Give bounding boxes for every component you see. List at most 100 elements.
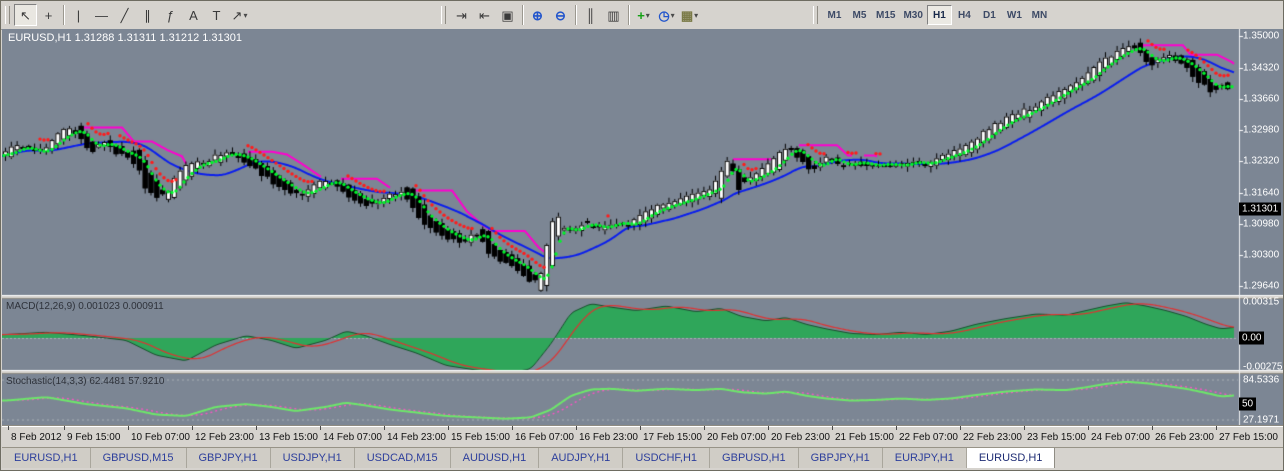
- time-axis-tick: [896, 426, 897, 430]
- zoom-out-button[interactable]: ⊖: [549, 4, 572, 26]
- time-axis-tick: [1152, 426, 1153, 430]
- chart-tab-usdcad-m15[interactable]: USDCAD,M15: [354, 448, 451, 468]
- timeframe-d1-button[interactable]: D1: [977, 5, 1002, 25]
- templates-button[interactable]: ▦ ▾: [678, 4, 701, 26]
- text-button[interactable]: A: [182, 4, 205, 26]
- arrow-tools-button[interactable]: ↗ ▾: [228, 4, 251, 26]
- time-axis-tick: [576, 426, 577, 430]
- templates-icon: ▦: [680, 7, 694, 23]
- tile-windows-button[interactable]: ▣: [496, 4, 519, 26]
- time-axis-tick: [64, 426, 65, 430]
- price-axis-label: 1.30980: [1243, 218, 1280, 230]
- price-axis-label: 1.32980: [1243, 124, 1280, 136]
- crosshair-button[interactable]: +: [37, 4, 60, 26]
- chart-tab-audusd-h1[interactable]: AUDUSD,H1: [450, 448, 540, 468]
- ohlc-info: EURUSD,H1 1.31288 1.31311 1.31212 1.3130…: [8, 32, 243, 44]
- time-axis-tick: [1216, 426, 1217, 430]
- toolbar-grip: [5, 6, 10, 24]
- time-axis-tick: [448, 426, 449, 430]
- dropdown-arrow-icon: ▾: [694, 10, 699, 20]
- chart-tab-gbpusd-h1[interactable]: GBPUSD,H1: [710, 448, 799, 468]
- toolbar-group-chart-tools: ⇥ ⇤ ▣ ⊕ ⊖ ║ ▥ + ▾ ◷ ▾ ▦ ▾: [441, 3, 701, 27]
- time-axis-tick: [960, 426, 961, 430]
- chart-shift-icon: ⇤: [479, 7, 490, 23]
- auto-scroll-button[interactable]: ⇥: [450, 4, 473, 26]
- price-axis-label: 1.35000: [1243, 30, 1280, 42]
- price-axis-label: 1.29640: [1243, 280, 1280, 292]
- time-axis-label: 21 Feb 15:00: [835, 432, 894, 443]
- toolbar-separator: [575, 5, 576, 25]
- bars-chart-icon: ║: [585, 7, 596, 23]
- chart-tab-gbpusd-m15[interactable]: GBPUSD,M15: [90, 448, 187, 468]
- time-axis-label: 23 Feb 15:00: [1027, 432, 1086, 443]
- horizontal-line-button[interactable]: —: [90, 4, 113, 26]
- time-axis-tick: [128, 426, 129, 430]
- timeframe-w1-button[interactable]: W1: [1002, 5, 1027, 25]
- toolbar-group-timeframes: M1 M5 M15 M30 H1 H4 D1 W1 MN: [813, 3, 1052, 27]
- current-price-box: 1.31301: [1239, 202, 1282, 216]
- chart-tab-usdjpy-h1[interactable]: USDJPY,H1: [270, 448, 355, 468]
- time-axis-label: 8 Feb 2012: [11, 432, 62, 443]
- trendline-button[interactable]: ╱: [113, 4, 136, 26]
- price-axis-label: 1.34320: [1243, 62, 1280, 74]
- time-axis-label: 14 Feb 23:00: [387, 432, 446, 443]
- time-axis-label: 22 Feb 07:00: [899, 432, 958, 443]
- time-axis-tick: [832, 426, 833, 430]
- chart-tab-gbpjpy-h1[interactable]: GBPJPY,H1: [798, 448, 883, 468]
- timeframe-m30-button[interactable]: M30: [899, 5, 926, 25]
- time-axis-tick: [320, 426, 321, 430]
- time-axis-label: 20 Feb 23:00: [771, 432, 830, 443]
- candlestick-chart-button[interactable]: ▥: [602, 4, 625, 26]
- chart-area: EURUSD,H1 1.31288 1.31311 1.31212 1.3130…: [2, 29, 1283, 447]
- time-axis-label: 27 Feb 15:00: [1219, 432, 1278, 443]
- tile-windows-icon: ▣: [501, 7, 514, 23]
- time-axis-tick: [256, 426, 257, 430]
- chart-tab-eurusd-h1[interactable]: EURUSD,H1: [966, 448, 1056, 468]
- equidistant-channel-button[interactable]: ∥: [136, 4, 159, 26]
- timeframe-mn-button[interactable]: MN: [1027, 5, 1052, 25]
- time-axis-tick: [640, 426, 641, 430]
- time-axis-label: 13 Feb 15:00: [259, 432, 318, 443]
- time-axis-label: 20 Feb 07:00: [707, 432, 766, 443]
- toolbar-separator: [522, 5, 523, 25]
- chart-tab-usdchf-h1[interactable]: USDCHF,H1: [623, 448, 711, 468]
- crosshair-icon: +: [44, 7, 53, 23]
- price-axis-label: 1.33660: [1243, 93, 1280, 105]
- time-axis-label: 15 Feb 15:00: [451, 432, 510, 443]
- timeframe-m5-button[interactable]: M5: [847, 5, 872, 25]
- time-axis-label: 24 Feb 07:00: [1091, 432, 1150, 443]
- price-chart-canvas[interactable]: [2, 29, 1283, 425]
- vertical-line-button[interactable]: |: [67, 4, 90, 26]
- time-axis-tick: [8, 426, 9, 430]
- candlestick-chart-icon: ▥: [607, 7, 620, 23]
- oscillator-axis-bottom-label: 27.1971: [1243, 414, 1280, 426]
- chart-tab-eurjpy-h1[interactable]: EURJPY,H1: [882, 448, 967, 468]
- toolbar-group-line-studies: ↖ + | — ╱ ∥ ƒ A T ↗ ▾: [5, 3, 251, 27]
- oscillator-indicator-label: Stochastic(14,3,3) 62.4481 57.9210: [6, 376, 165, 387]
- oscillator-axis-top-label: 84.5336: [1243, 374, 1280, 386]
- time-axis-label: 14 Feb 07:00: [323, 432, 382, 443]
- chart-tab-gbpjpy-h1[interactable]: GBPJPY,H1: [186, 448, 271, 468]
- fibonacci-retracement-button[interactable]: ƒ: [159, 4, 182, 26]
- indicators-button[interactable]: + ▾: [632, 4, 655, 26]
- toolbar-grip: [813, 6, 818, 24]
- timeframe-h1-button[interactable]: H1: [926, 5, 952, 25]
- bars-chart-button[interactable]: ║: [579, 4, 602, 26]
- time-axis-tick: [1024, 426, 1025, 430]
- chart-tab-audjpy-h1[interactable]: AUDJPY,H1: [539, 448, 624, 468]
- cursor-button[interactable]: ↖: [14, 4, 37, 26]
- cursor-icon: ↖: [20, 7, 31, 23]
- text-label-button[interactable]: T: [205, 4, 228, 26]
- timeframe-m15-button[interactable]: M15: [872, 5, 899, 25]
- periods-button[interactable]: ◷ ▾: [655, 4, 678, 26]
- time-axis[interactable]: 8 Feb 2012 9 Feb 15:00 10 Feb 07:00 12 Feb …: [2, 425, 1283, 447]
- toolbar: ↖ + | — ╱ ∥ ƒ A T ↗ ▾ ⇥ ⇤ ▣ ⊕ ⊖ ║ ▥ + ▾ ◷ ▾ ▦ ▾ M1 M5 M15 M30 H1 H4…: [1, 1, 1283, 30]
- timeframe-h4-button[interactable]: H4: [952, 5, 977, 25]
- macd-axis-top-label: 0.00315: [1243, 296, 1280, 308]
- terminal-window: ↖ + | — ╱ ∥ ƒ A T ↗ ▾ ⇥ ⇤ ▣ ⊕ ⊖ ║ ▥ + ▾ ◷ ▾ ▦ ▾ M1 M5 M15 M30 H1 H4…: [0, 0, 1284, 471]
- chart-tab-eurusd-h1[interactable]: EURUSD,H1: [2, 448, 91, 468]
- timeframe-m1-button[interactable]: M1: [822, 5, 847, 25]
- arrow-tools-icon: ↗: [231, 7, 243, 23]
- zoom-in-button[interactable]: ⊕: [526, 4, 549, 26]
- chart-shift-button[interactable]: ⇤: [473, 4, 496, 26]
